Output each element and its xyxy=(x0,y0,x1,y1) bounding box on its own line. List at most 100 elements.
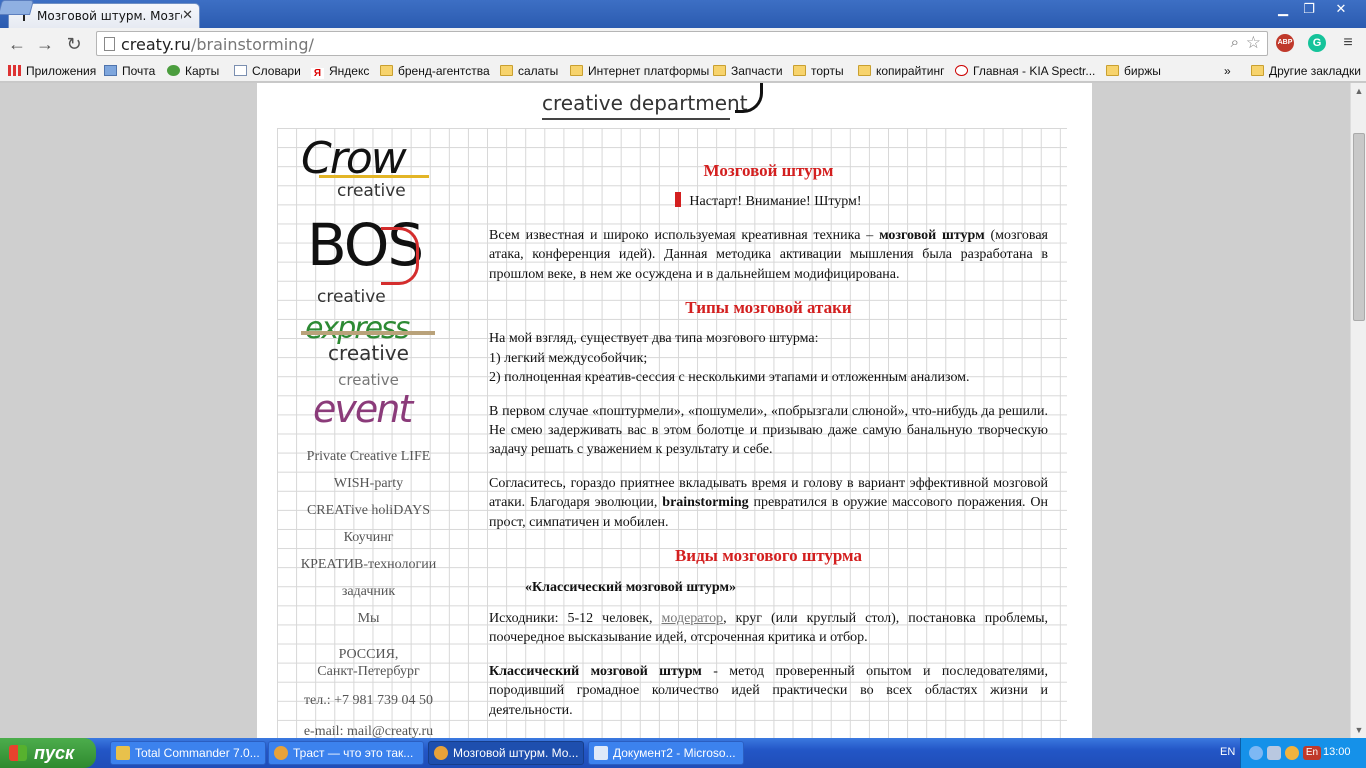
total-commander-icon xyxy=(116,746,130,760)
start-button[interactable]: пуск xyxy=(0,738,96,768)
bookmark-folder-platforms[interactable]: Интернет платформы xyxy=(570,63,709,79)
bookmark-maps[interactable]: Карты xyxy=(167,63,219,79)
scroll-down-arrow-icon[interactable]: ▼ xyxy=(1351,722,1366,738)
express-creative-logo[interactable]: express creative xyxy=(297,305,440,371)
bookmark-apps[interactable]: Приложения xyxy=(8,63,96,79)
forward-arrow-icon[interactable]: → xyxy=(33,32,57,56)
contact-email[interactable]: e-mail: mail@creaty.ru xyxy=(297,723,440,738)
paragraph-first-case: В первом случае «поштурмели», «пошумели»… xyxy=(489,403,1048,458)
header-swoosh xyxy=(735,83,763,113)
folder-icon xyxy=(858,65,871,76)
paragraph-classic: Классический мозговой штурм - метод пров… xyxy=(489,663,1049,718)
folder-icon xyxy=(1106,65,1119,76)
article-title: Мозговой штурм xyxy=(703,161,834,180)
paragraph-types: На мой взгляд, существует два типа мозго… xyxy=(489,331,970,386)
taskbar-chrome-brainstorm[interactable]: Мозговой штурм. Мо... xyxy=(428,741,584,765)
bookmark-dictionary[interactable]: Словари xyxy=(234,63,301,79)
nav-about-us[interactable]: Мы xyxy=(297,605,440,632)
taskbar-total-commander[interactable]: Total Commander 7.0... xyxy=(110,741,266,765)
window-close-icon[interactable]: ✕ xyxy=(1322,0,1360,18)
header-underline xyxy=(542,118,730,120)
paragraph-agree: Согласитесь, гораздо приятнее вкладывать… xyxy=(489,475,1048,530)
input-language-icon[interactable]: En xyxy=(1303,746,1321,760)
folder-icon xyxy=(1251,65,1264,76)
grammarly-icon[interactable]: G xyxy=(1308,34,1326,52)
tagline-marker xyxy=(675,192,682,208)
new-tab-button[interactable] xyxy=(0,0,35,15)
bookmarks-more-chevron-icon[interactable]: » xyxy=(1224,63,1231,79)
contact-country: РОССИЯ, xyxy=(338,647,399,662)
logo-express-subtext: creative xyxy=(328,341,409,365)
tab-title: Мозговой штурм. Мозговая xyxy=(37,9,182,23)
scroll-up-arrow-icon[interactable]: ▲ xyxy=(1351,83,1366,99)
bookmark-star-icon[interactable]: ☆ xyxy=(1246,33,1261,53)
adblock-plus-icon[interactable]: ABP xyxy=(1276,34,1294,52)
address-url[interactable]: creaty.ru/brainstorming/ xyxy=(121,35,314,54)
mail-icon xyxy=(104,65,117,76)
paragraph-intro: Всем известная и широко используемая кре… xyxy=(489,227,1048,282)
tab-active[interactable]: Мозговой штурм. Мозговая ✕ xyxy=(8,3,200,28)
tray-arrow-icon[interactable] xyxy=(1249,746,1263,760)
nav-creative-technologies[interactable]: КРЕАТИВ-технологии xyxy=(297,551,440,578)
window-maximize-icon[interactable]: ❐ xyxy=(1296,0,1322,18)
bookmark-folder-parts[interactable]: Запчасти xyxy=(713,63,783,79)
paragraph-sources: Исходники: 5-12 человек, модератор, круг… xyxy=(489,610,1048,646)
vertical-scrollbar[interactable]: ▲ ▼ xyxy=(1350,83,1366,738)
contact-location: РОССИЯ, Санкт-Петербург xyxy=(297,646,440,680)
back-arrow-icon[interactable]: ← xyxy=(5,32,29,56)
bookmark-folder-exchanges[interactable]: биржы xyxy=(1106,63,1161,79)
page-viewport: creative department Crow creative BOS cr… xyxy=(0,83,1350,738)
taskbar-word-document[interactable]: Документ2 - Microso... xyxy=(588,741,744,765)
network-icon[interactable] xyxy=(1267,746,1281,760)
window-minimize-icon[interactable]: ▁ xyxy=(1270,0,1296,18)
logo-crow-subtext: creative xyxy=(337,181,406,201)
article: Мозговой штурм Настарт! Внимание! Штурм!… xyxy=(489,161,1048,734)
logo-express-bar xyxy=(301,331,435,335)
language-indicator[interactable]: EN xyxy=(1220,746,1235,758)
apps-icon xyxy=(8,65,21,76)
logo-bos-subtext: creative xyxy=(317,287,386,307)
search-icon[interactable]: ⌕ xyxy=(1231,34,1239,51)
chrome-icon xyxy=(274,746,288,760)
nav-creative-holidays[interactable]: CREATive holiDAYS xyxy=(297,497,440,524)
nav-coaching[interactable]: Коучинг xyxy=(297,524,440,551)
browser-titlebar: Мозговой штурм. Мозговая ✕ ▁ ❐ ✕ xyxy=(0,0,1366,28)
nav-wish-party[interactable]: WISH-party xyxy=(297,470,440,497)
bookmark-yandex[interactable]: Я Яндекс xyxy=(311,63,369,79)
folder-icon xyxy=(380,65,393,76)
browser-toolbar: ← → ↻ creaty.ru/brainstorming/ ⌕ ☆ xyxy=(0,28,1366,60)
subheading-classic: «Классический мозговой штурм» xyxy=(525,579,736,595)
reload-icon[interactable]: ↻ xyxy=(62,32,86,56)
nav-private-creative-life[interactable]: Private Creative LIFE xyxy=(297,443,440,470)
creative-event-logo[interactable]: creative event xyxy=(297,371,440,443)
folder-icon xyxy=(570,65,583,76)
bookmark-folder-cakes[interactable]: торты xyxy=(793,63,844,79)
bookmark-folder-salads[interactable]: салаты xyxy=(500,63,558,79)
article-tagline: Настарт! Внимание! Штурм! xyxy=(489,192,1048,211)
scroll-thumb[interactable] xyxy=(1353,133,1365,321)
address-bar[interactable]: creaty.ru/brainstorming/ ⌕ ☆ xyxy=(96,31,1268,56)
folder-icon xyxy=(713,65,726,76)
folder-icon xyxy=(500,65,513,76)
bookmark-folder-copywriting[interactable]: копирайтинг xyxy=(858,63,945,79)
word-icon xyxy=(594,746,608,760)
header-logo[interactable]: creative department xyxy=(542,91,748,115)
chrome-menu-icon[interactable]: ≡ xyxy=(1340,34,1356,52)
bookmarks-bar: Приложения Почта Карты Словари Я Яндекс б… xyxy=(0,60,1366,82)
taskbar-chrome-trust[interactable]: Траст — что это так... xyxy=(268,741,424,765)
bookmark-folder-brand[interactable]: бренд-агентства xyxy=(380,63,490,79)
logo-bos-accent xyxy=(381,227,419,285)
bookmark-kia[interactable]: Главная - KIA Spectr... xyxy=(955,63,1095,79)
bookmark-mail[interactable]: Почта xyxy=(104,63,155,79)
moderator-link[interactable]: модератор xyxy=(661,611,723,626)
tray-app-icon[interactable] xyxy=(1285,746,1299,760)
clock[interactable]: 13:00 xyxy=(1323,746,1351,758)
section-heading-kinds: Виды мозгового штурма xyxy=(674,546,863,566)
crow-creative-logo[interactable]: Crow creative xyxy=(297,135,440,215)
tab-close-icon[interactable]: ✕ xyxy=(182,7,193,23)
sidebar: Crow creative BOS creative express creat… xyxy=(297,135,440,739)
nav-task-book[interactable]: задачник xyxy=(297,578,440,605)
logo-crow-bar xyxy=(319,175,429,178)
bookmark-other[interactable]: Другие закладки xyxy=(1251,63,1361,79)
bos-creative-logo[interactable]: BOS creative xyxy=(297,215,440,307)
